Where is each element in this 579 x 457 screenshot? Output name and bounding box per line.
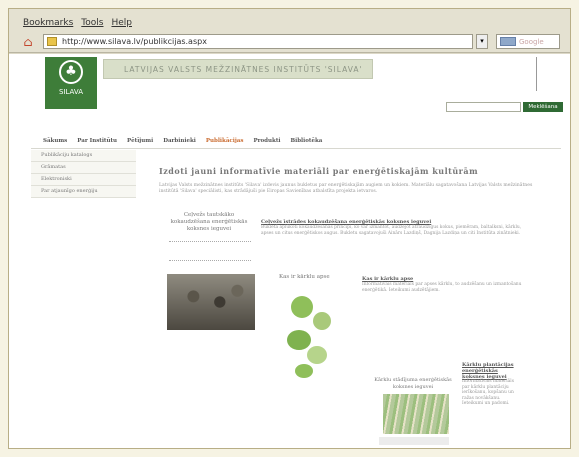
nav-divider [31, 148, 561, 149]
web-page: ♣ SILAVA LATVIJAS VALSTS MEŽZINĀTNES INS… [9, 54, 570, 448]
booklet2-caption: Kas ir kārklu apse [279, 274, 330, 280]
menu-help[interactable]: Help [111, 18, 132, 31]
browser-window: Bookmarks Tools Help ⌂ http://www.silava… [8, 8, 571, 449]
booklet1-caption: Ceļvežs tautskāko kokaudzēšana enerģētis… [170, 212, 248, 232]
booklet3-description: Informatīvais materiāls par kārklu plant… [462, 379, 514, 406]
nav-toolbar: ⌂ http://www.silava.lv/publikcijas.aspx … [9, 31, 570, 53]
menu-tools[interactable]: Tools [81, 18, 103, 31]
nav-item-research[interactable]: Pētījumi [127, 138, 153, 144]
booklet3-caption: Kārklu stādījuma enerģētiskās koksnes ie… [374, 377, 452, 390]
main-nav: Sākums Par Institūtu Pētījumi Darbinieki… [43, 138, 322, 144]
site-search-input[interactable] [446, 102, 521, 112]
menu-bar: Bookmarks Tools Help [9, 9, 570, 31]
browser-search-placeholder: Google [519, 38, 544, 46]
url-dropdown-button[interactable]: ▾ [476, 34, 488, 49]
sidebar-item-books[interactable]: Grāmatas [31, 162, 136, 174]
nav-item-publications[interactable]: Publikācijas [206, 138, 244, 144]
booklet3-image[interactable] [383, 394, 449, 434]
booklet1-cover-text [169, 241, 251, 261]
nav-item-library[interactable]: Bibliotēka [290, 138, 322, 144]
site-banner: LATVIJAS VALSTS MEŽZINĀTNES INSTITŪTS 'S… [103, 59, 373, 79]
nav-item-about[interactable]: Par Institūtu [77, 138, 117, 144]
menu-bookmarks[interactable]: Bookmarks [23, 18, 73, 31]
site-search-button[interactable]: Meklēšana [523, 102, 563, 112]
booklet3-cover-text [379, 437, 449, 445]
tree-logo-icon: ♣ [59, 60, 83, 84]
sidebar-item-energy[interactable]: Par atjaunīgo enerģiju [31, 186, 136, 198]
page-title: Izdoti jauni informatīvie materiāli par … [159, 166, 479, 176]
booklet3-link[interactable]: Kārklu plantācijas enerģētiskās koksnes … [462, 362, 522, 380]
favicon-icon [47, 37, 57, 46]
browser-search-input[interactable]: Google [496, 34, 560, 49]
sidebar-item-electronic[interactable]: Elektroniski [31, 174, 136, 186]
booklet1-description: Bukletā aplūkoti kokaudzēšanas principi,… [261, 225, 522, 236]
nav-item-staff[interactable]: Darbinieki [163, 138, 196, 144]
url-bar[interactable]: http://www.silava.lv/publikcijas.aspx [43, 34, 473, 49]
intro-paragraph: Latvijas Valsts mežzinātnes institūts 'S… [159, 183, 533, 194]
url-text: http://www.silava.lv/publikcijas.aspx [62, 37, 207, 46]
logo-text: SILAVA [58, 88, 84, 96]
sidebar-item-catalog[interactable]: Publikāciju katalogs [31, 150, 136, 162]
booklet2-image[interactable] [277, 284, 345, 384]
nav-item-home[interactable]: Sākums [43, 138, 67, 144]
sidebar: Publikāciju katalogs Grāmatas Elektronis… [31, 150, 136, 198]
site-logo[interactable]: ♣ SILAVA [45, 57, 97, 109]
banner-text: LATVIJAS VALSTS MEŽZINĀTNES INSTITŪTS 'S… [124, 65, 363, 74]
search-engine-icon[interactable] [500, 37, 516, 46]
nav-item-products[interactable]: Produkti [253, 138, 280, 144]
booklet1-image[interactable] [167, 274, 255, 330]
booklet2-description: Informatīvais materiāls par apses kārklu… [362, 282, 522, 293]
tree-sketch-icon [536, 57, 548, 91]
home-icon[interactable]: ⌂ [21, 35, 35, 49]
